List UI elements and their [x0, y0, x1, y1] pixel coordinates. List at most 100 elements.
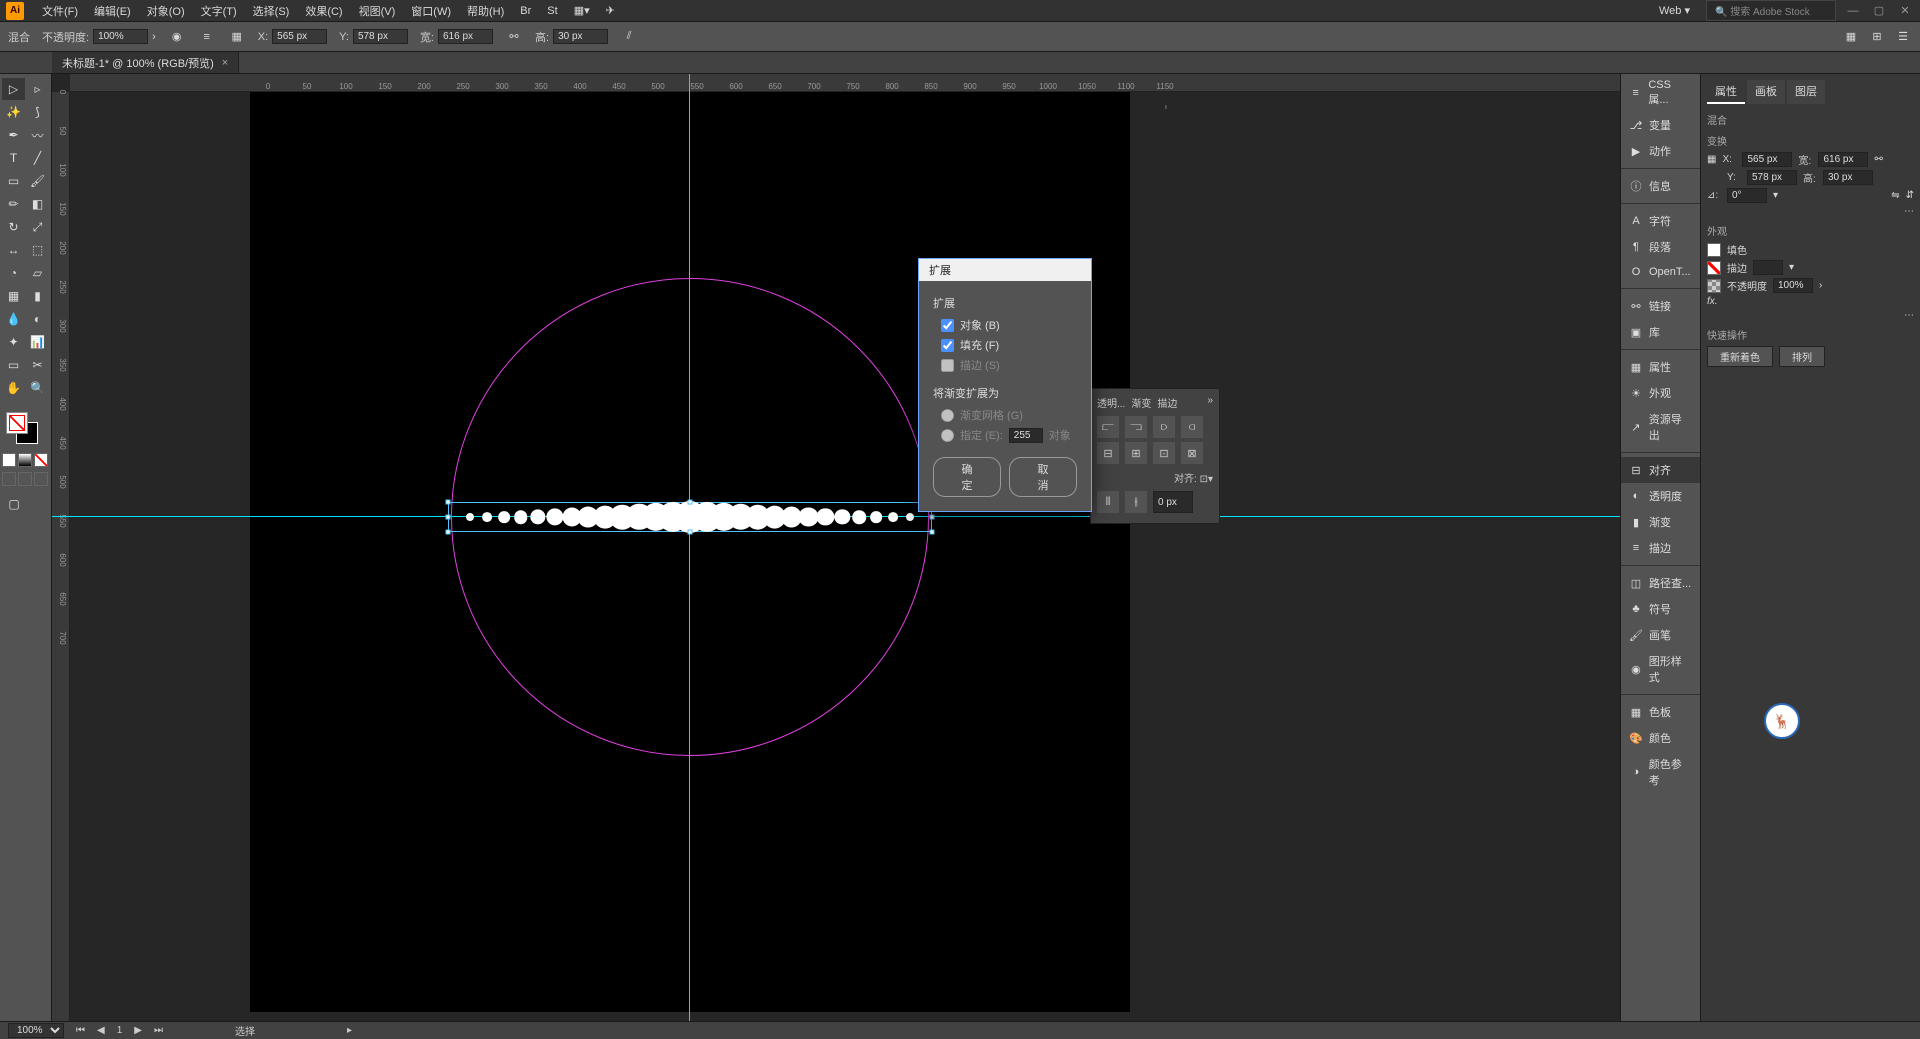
strip-info[interactable]: ⓘ信息 — [1621, 173, 1700, 199]
refpoint-icon[interactable]: ▦ — [1707, 154, 1716, 165]
nav-last-icon[interactable]: ⏭ — [154, 1025, 163, 1036]
slice-tool[interactable]: ✂ — [26, 354, 49, 376]
strip-pathfinder[interactable]: ◫路径查... — [1621, 570, 1700, 596]
link-wh-icon[interactable]: ⚯ — [1874, 154, 1882, 165]
dist-spacing-h-icon[interactable]: ⫴ — [1097, 491, 1119, 513]
strip-transparency[interactable]: ◐透明度 — [1621, 483, 1700, 509]
reference-point-icon[interactable]: ▦ — [228, 28, 246, 46]
canvas[interactable]: 0501001502002503003504004505005506006507… — [52, 74, 1620, 1021]
strip-lib[interactable]: ▣库 — [1621, 319, 1700, 345]
arrange-docs-icon[interactable]: ▦▾ — [566, 4, 598, 17]
gradient-mode-icon[interactable] — [18, 453, 32, 467]
minimize-button[interactable]: — — [1844, 4, 1862, 18]
fill-color[interactable] — [6, 412, 28, 434]
maximize-button[interactable]: ▢ — [1870, 4, 1888, 18]
bridge-icon[interactable]: Br — [512, 5, 539, 17]
align-icon[interactable]: ≡ — [198, 28, 216, 46]
strip-stroke[interactable]: ≡描边 — [1621, 535, 1700, 561]
graph-tool[interactable]: 📊 — [26, 331, 49, 353]
blend-tool[interactable]: ◐ — [26, 308, 49, 330]
perspective-tool[interactable]: ▱ — [26, 262, 49, 284]
ruler-horizontal[interactable]: 0501001502002503003504004505005506006507… — [70, 74, 1620, 92]
paintbrush-tool[interactable]: 🖌 — [26, 170, 49, 192]
transform-icon[interactable]: ⫽ — [620, 28, 638, 46]
ok-button[interactable]: 确定 — [933, 457, 1001, 497]
prop-w-input[interactable] — [1818, 152, 1868, 167]
chevron-down-icon[interactable]: ▾ — [1789, 262, 1794, 273]
strip-props[interactable]: ▦属性 — [1621, 354, 1700, 380]
tab-close-icon[interactable]: × — [222, 57, 228, 69]
menu-window[interactable]: 窗口(W) — [403, 3, 459, 19]
panel-tab-properties[interactable]: 属性 — [1707, 80, 1745, 104]
strip-css[interactable]: ≡CSS 属... — [1621, 74, 1700, 112]
draw-behind-icon[interactable] — [18, 472, 32, 486]
rectangle-tool[interactable]: ▭ — [2, 170, 25, 192]
eraser-tool[interactable]: ◧ — [26, 193, 49, 215]
magic-wand-tool[interactable]: ✨ — [2, 101, 25, 123]
strip-appearance[interactable]: ☀外观 — [1621, 380, 1700, 406]
prop-y-input[interactable] — [1747, 170, 1797, 185]
selection-handle[interactable] — [446, 515, 451, 520]
align-right-icon[interactable]: ⫐ — [1153, 416, 1175, 438]
strip-gradient[interactable]: ▮渐变 — [1621, 509, 1700, 535]
stroke-width-input[interactable] — [1753, 260, 1783, 275]
dist-spacing-v-icon[interactable]: ⫲ — [1125, 491, 1147, 513]
nav-next-icon[interactable]: ▶ — [134, 1025, 142, 1036]
prop-x-input[interactable] — [1742, 152, 1792, 167]
align-hcenter-icon[interactable]: ⫎ — [1125, 416, 1147, 438]
free-transform-tool[interactable]: ⬚ — [26, 239, 49, 261]
strip-symbols[interactable]: ♣符号 — [1621, 596, 1700, 622]
strip-align[interactable]: ⊟对齐 — [1621, 457, 1700, 483]
strip-links[interactable]: ⚯链接 — [1621, 293, 1700, 319]
dist-left-icon[interactable]: ⊟ — [1097, 442, 1119, 464]
strip-char[interactable]: A字符 — [1621, 208, 1700, 234]
link-wh-icon[interactable]: ⚯ — [505, 28, 523, 46]
hand-tool[interactable]: ✋ — [2, 377, 25, 399]
more-options-icon[interactable]: ⋯ — [1904, 206, 1914, 217]
symbol-sprayer-tool[interactable]: ✦ — [2, 331, 25, 353]
panel-tab-artboards[interactable]: 画板 — [1747, 80, 1785, 104]
close-button[interactable]: ✕ — [1896, 4, 1914, 18]
strip-brushes[interactable]: 🖌画笔 — [1621, 622, 1700, 648]
dist-hcenter-icon[interactable]: ⊞ — [1125, 442, 1147, 464]
prop-angle-input[interactable] — [1727, 188, 1767, 203]
opacity-input[interactable] — [93, 29, 148, 44]
document-tab[interactable]: 未标题-1* @ 100% (RGB/预览) × — [52, 52, 239, 73]
artboard-tool[interactable]: ▭ — [2, 354, 25, 376]
search-input[interactable]: 🔍 搜索 Adobe Stock — [1706, 0, 1836, 21]
strip-asset-export[interactable]: ↗资源导出 — [1621, 406, 1700, 448]
menu-type[interactable]: 文字(T) — [193, 3, 245, 19]
checkbox-object[interactable]: 对象 (B) — [941, 317, 1077, 333]
fx-label[interactable]: fx. — [1707, 296, 1718, 307]
selection-tool[interactable]: ▷ — [2, 78, 25, 100]
fill-swatch[interactable] — [1707, 243, 1721, 257]
type-tool[interactable]: T — [2, 147, 25, 169]
opacity-input[interactable] — [1773, 278, 1813, 293]
pen-tool[interactable]: ✒ — [2, 124, 25, 146]
mesh-tool[interactable]: ▦ — [2, 285, 25, 307]
selection-handle[interactable] — [688, 530, 693, 535]
strip-para[interactable]: ¶段落 — [1621, 234, 1700, 260]
status-chevron-icon[interactable]: ▸ — [347, 1025, 352, 1036]
menu-select[interactable]: 选择(S) — [245, 3, 298, 19]
prop-h-input[interactable] — [1823, 170, 1873, 185]
ruler-vertical[interactable]: 0501001502002503003504004505005506006507… — [52, 92, 70, 1021]
w-input[interactable] — [438, 29, 493, 44]
strip-actions[interactable]: ▶动作 — [1621, 138, 1700, 164]
selection-handle[interactable] — [930, 515, 935, 520]
color-mode-icon[interactable] — [2, 453, 16, 467]
scale-tool[interactable]: ⤢ — [26, 216, 49, 238]
spacing-input[interactable] — [1153, 491, 1193, 513]
panel-tab-layers[interactable]: 图层 — [1787, 80, 1825, 104]
x-input[interactable] — [272, 29, 327, 44]
shaper-tool[interactable]: ✏ — [2, 193, 25, 215]
strip-swatches[interactable]: ▦色板 — [1621, 699, 1700, 725]
menu-edit[interactable]: 编辑(E) — [86, 3, 139, 19]
selection-handle[interactable] — [446, 500, 451, 505]
style-icon[interactable]: ◉ — [168, 28, 186, 46]
nav-first-icon[interactable]: ⏮ — [76, 1025, 85, 1036]
h-input[interactable] — [553, 29, 608, 44]
arrange-button[interactable]: 排列 — [1779, 346, 1825, 367]
zoom-tool[interactable]: 🔍 — [26, 377, 49, 399]
peek-tab-3[interactable]: 描边 — [1157, 395, 1177, 410]
